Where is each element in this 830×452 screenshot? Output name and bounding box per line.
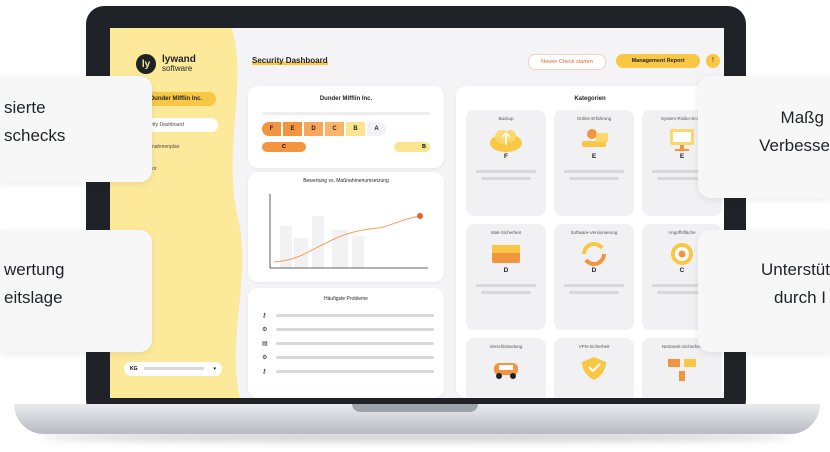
categories-title: Kategorien: [574, 96, 606, 102]
grade-f: F: [262, 122, 281, 136]
category-grade: F: [504, 153, 508, 160]
category-tile-online[interactable]: Online-Erfahrung E: [554, 110, 634, 216]
car-icon: [494, 363, 518, 379]
grade-scale: F E D C B A: [262, 122, 386, 136]
list-item[interactable]: ⚙: [262, 354, 434, 361]
grade-c: C: [325, 122, 344, 136]
chart-bar: [280, 226, 292, 268]
category-grade: D: [591, 267, 597, 274]
score-chart: [269, 194, 428, 269]
category-tile-encryption[interactable]: Verschlüsselung: [466, 338, 546, 398]
callout-left-bottom: wertung eitslage: [0, 230, 152, 352]
user-desk-icon: [582, 129, 608, 147]
current-score-point: [417, 213, 423, 219]
logo-mark-icon: ly: [136, 54, 156, 74]
current-grade-badge: C: [262, 142, 306, 152]
chart-bar: [352, 236, 364, 268]
gear-icon: ⚙: [262, 327, 268, 333]
callout-line: durch I: [774, 288, 826, 307]
chart-title: Bewertung vs. Maßnahmenumsetzung: [303, 178, 389, 184]
category-name: Verschlüsselung: [489, 344, 523, 349]
logo-sub: software: [162, 64, 193, 73]
network-icon: [668, 359, 696, 381]
category-name: Software-Versionierung: [570, 230, 618, 235]
category-tile-vpn[interactable]: VPN-Sicherheit: [554, 338, 634, 398]
user-initials: KG: [130, 366, 138, 372]
category-grade: E: [591, 153, 597, 160]
list-item[interactable]: ⚷: [262, 368, 434, 375]
key-icon: ⚷: [262, 313, 267, 319]
category-name: Online-Erfahrung: [576, 116, 612, 121]
laptop-notch: [352, 404, 478, 412]
callout-line: eitslage: [4, 288, 63, 307]
notification-icon[interactable]: !: [706, 54, 720, 68]
category-tile-backup[interactable]: Backup F: [466, 110, 546, 216]
category-tile-software[interactable]: Software-Versionierung D: [554, 224, 634, 330]
callout-line: Maßg: [780, 108, 824, 127]
gear-icon: ⚙: [262, 355, 268, 361]
target-grade-badge: B: [394, 142, 430, 152]
target-icon: [671, 243, 693, 265]
user-menu[interactable]: KG ▾: [124, 362, 222, 376]
refresh-icon: [582, 242, 606, 266]
management-report-button[interactable]: Management Report: [616, 54, 700, 68]
category-grade: D: [503, 267, 509, 274]
chart-bar: [312, 216, 324, 268]
callout-line: Verbesse: [759, 136, 830, 155]
category-tile-mail[interactable]: Mail-Sicherheit D: [466, 224, 546, 330]
grade-card: Dunder Mifflin Inc. F E D C B A C B: [248, 86, 444, 168]
list-item[interactable]: ⚙: [262, 326, 434, 333]
page-title: Security Dashboard: [252, 56, 328, 65]
callout-line: wertung: [4, 260, 65, 279]
top-problems-card: Häufigste Probleme ⚷ ⚙ ▤ ⚙ ⚷: [248, 288, 444, 398]
callout-line: schecks: [4, 126, 66, 145]
grade-e: E: [283, 122, 302, 136]
logo: ly lywand software: [136, 54, 196, 74]
new-check-button[interactable]: Neuen Check starten: [528, 54, 606, 70]
chevron-down-icon: ▾: [213, 366, 216, 372]
chart-bar: [332, 230, 348, 268]
problem-list: ⚷ ⚙ ▤ ⚙ ⚷: [262, 312, 434, 382]
grade-b: B: [346, 122, 365, 136]
grade-card-title: Dunder Mifflin Inc.: [319, 96, 373, 102]
grade-a: A: [367, 122, 386, 136]
monitor-icon: [670, 129, 694, 151]
list-item[interactable]: ⚷: [262, 312, 434, 319]
server-icon: ▤: [262, 341, 268, 347]
callout-right-top: Maßg Verbesse: [698, 76, 830, 198]
list-item[interactable]: ▤: [262, 340, 434, 347]
callout-left-top: sierte schecks: [0, 76, 152, 182]
shield-icon: [582, 357, 606, 380]
callout-line: Unterstüt: [761, 260, 830, 279]
score-chart-card: Bewertung vs. Maßnahmenumsetzung: [248, 172, 444, 282]
callout-right-bottom: Unterstüt durch I: [698, 230, 830, 352]
category-name: Backup: [498, 116, 514, 121]
grade-d: D: [304, 122, 323, 136]
logo-text: lywand software: [162, 55, 196, 74]
cloud-backup-icon: [490, 130, 522, 152]
category-name: VPN-Sicherheit: [578, 344, 610, 349]
mail-icon: [492, 245, 520, 263]
category-name: Mail-Sicherheit: [491, 230, 521, 235]
callout-line: sierte: [4, 98, 46, 117]
key-icon: ⚷: [262, 369, 267, 375]
app-screen: ly lywand software Dunder Mifflin Inc. S…: [110, 28, 724, 398]
problems-title: Häufigste Probleme: [324, 296, 368, 302]
